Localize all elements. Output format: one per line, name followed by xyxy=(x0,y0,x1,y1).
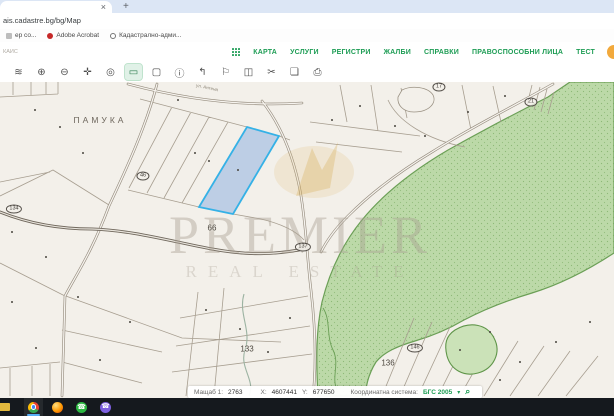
apps-grid-icon[interactable] xyxy=(232,48,240,56)
x-label: X: xyxy=(260,389,266,396)
new-tab-button[interactable]: + xyxy=(123,0,129,13)
road-number-badge: 134 xyxy=(6,205,22,214)
measure-tool[interactable]: ✂ xyxy=(263,64,280,80)
info-tool[interactable]: ⓘ xyxy=(171,64,188,80)
x-value: 4607441 xyxy=(272,389,297,396)
watermark-subtitle: REAL ESTATE xyxy=(185,262,414,281)
flag-tool[interactable]: ⚐ xyxy=(217,64,234,80)
globe-icon xyxy=(110,33,116,39)
note-tool[interactable]: ❏ xyxy=(286,64,303,80)
nav-item-karta[interactable]: КАРТА xyxy=(253,49,277,56)
search-icon[interactable]: ⌕ xyxy=(465,387,470,397)
os-taskbar xyxy=(0,398,614,416)
polyline-tool[interactable]: ↰ xyxy=(194,64,211,80)
parcel-label: 133 xyxy=(240,345,253,354)
zoom-in-tool[interactable]: ⊕ xyxy=(33,64,50,80)
acrobat-icon xyxy=(47,33,53,39)
road-number-badge: 137 xyxy=(295,243,311,252)
address-bar[interactable]: ais.cadastre.bg/bg/Map xyxy=(0,13,614,30)
y-value: 677650 xyxy=(313,389,335,396)
avatar[interactable] xyxy=(607,45,614,59)
crs-label: Координатна система: xyxy=(350,389,418,396)
legend-tool[interactable]: ◫ xyxy=(240,64,257,80)
bookmarks-bar: ер со... Adobe Acrobat Кадастрално-адми... xyxy=(0,29,614,43)
layers-tool[interactable]: ≋ xyxy=(10,64,27,80)
y-label: Y: xyxy=(302,389,308,396)
app-nav: КАИС КАРТА УСЛУГИ РЕГИСТРИ ЖАЛБИ СПРАВКИ ПРАВ… xyxy=(0,42,614,63)
road-number-badge: 17 xyxy=(432,83,445,92)
map-canvas[interactable]: PREMIER REAL ESTATE xyxy=(0,82,614,398)
browser-tab-strip: × + xyxy=(0,0,614,13)
bookmark-item[interactable]: Кадастрално-адми... xyxy=(110,32,181,39)
pan-tool[interactable]: ✛ xyxy=(79,64,96,80)
parcel-label: 136 xyxy=(381,359,394,368)
marker-tool[interactable]: ◎ xyxy=(102,64,119,80)
road-number-badge: 21 xyxy=(524,98,537,107)
tab-close-icon[interactable]: × xyxy=(101,1,106,13)
whatsapp-icon[interactable] xyxy=(72,398,91,416)
bookmark-item[interactable]: ер со... xyxy=(6,32,36,39)
bookmark-label: ер со... xyxy=(15,32,36,39)
print-tool[interactable]: ⎙ xyxy=(309,64,326,80)
parcel-label: 66 xyxy=(208,224,217,233)
firefox-icon[interactable] xyxy=(48,398,67,416)
nav-item-zhalbi[interactable]: ЖАЛБИ xyxy=(384,49,411,56)
page-icon xyxy=(6,33,12,39)
road-number-badge: 46 xyxy=(136,172,149,181)
map-status-bar: Мащаб 1: 2763 X: 4607441 Y: 677650 Коорд… xyxy=(188,386,482,398)
browser-tab[interactable]: × xyxy=(0,1,112,13)
watermark-title: PREMIER xyxy=(169,205,431,265)
nav-item-test[interactable]: ТЕСТ xyxy=(576,49,595,56)
select-rectangle-tool[interactable]: ▭ xyxy=(125,64,142,80)
bookmark-label: Adobe Acrobat xyxy=(56,32,99,39)
folder-icon[interactable] xyxy=(0,398,19,416)
map-viewport[interactable]: PREMIER REAL ESTATE ПАМУКА ул. Антена 66… xyxy=(0,82,614,398)
pond-outline xyxy=(398,87,434,112)
scale-value: 2763 xyxy=(228,389,242,396)
chevron-down-icon[interactable]: ▾ xyxy=(457,389,460,396)
nav-item-registri[interactable]: РЕГИСТРИ xyxy=(332,49,371,56)
chrome-icon[interactable] xyxy=(24,398,43,416)
road-number-badge: 146 xyxy=(407,344,423,353)
url-text[interactable]: ais.cadastre.bg/bg/Map xyxy=(0,13,614,29)
nav-item-pravosposobni-litsa[interactable]: ПРАВОСПОСОБНИ ЛИЦА xyxy=(472,49,563,56)
nav-item-spravki[interactable]: СПРАВКИ xyxy=(424,49,459,56)
region-label: ПАМУКА xyxy=(74,115,127,125)
map-toolbar-tools: ≋ ⊕ ⊖ ✛ ◎ ▭ ▢ ⓘ ↰ ⚐ ◫ ✂ ❏ ⎙ xyxy=(0,62,614,83)
bookmark-item[interactable]: Adobe Acrobat xyxy=(47,32,99,39)
bookmark-label: Кадастрално-адми... xyxy=(119,32,181,39)
viber-icon[interactable] xyxy=(96,398,115,416)
app-logo: КАИС xyxy=(0,49,18,55)
crs-value[interactable]: БГС 2005 xyxy=(423,389,452,396)
scale-label: Мащаб 1: xyxy=(194,389,223,396)
nav-item-uslugi[interactable]: УСЛУГИ xyxy=(290,49,319,56)
extent-rectangle-tool[interactable]: ▢ xyxy=(148,64,165,80)
nav-menu: КАРТА УСЛУГИ РЕГИСТРИ ЖАЛБИ СПРАВКИ ПРАВОСПОС… xyxy=(232,48,595,56)
zoom-out-tool[interactable]: ⊖ xyxy=(56,64,73,80)
